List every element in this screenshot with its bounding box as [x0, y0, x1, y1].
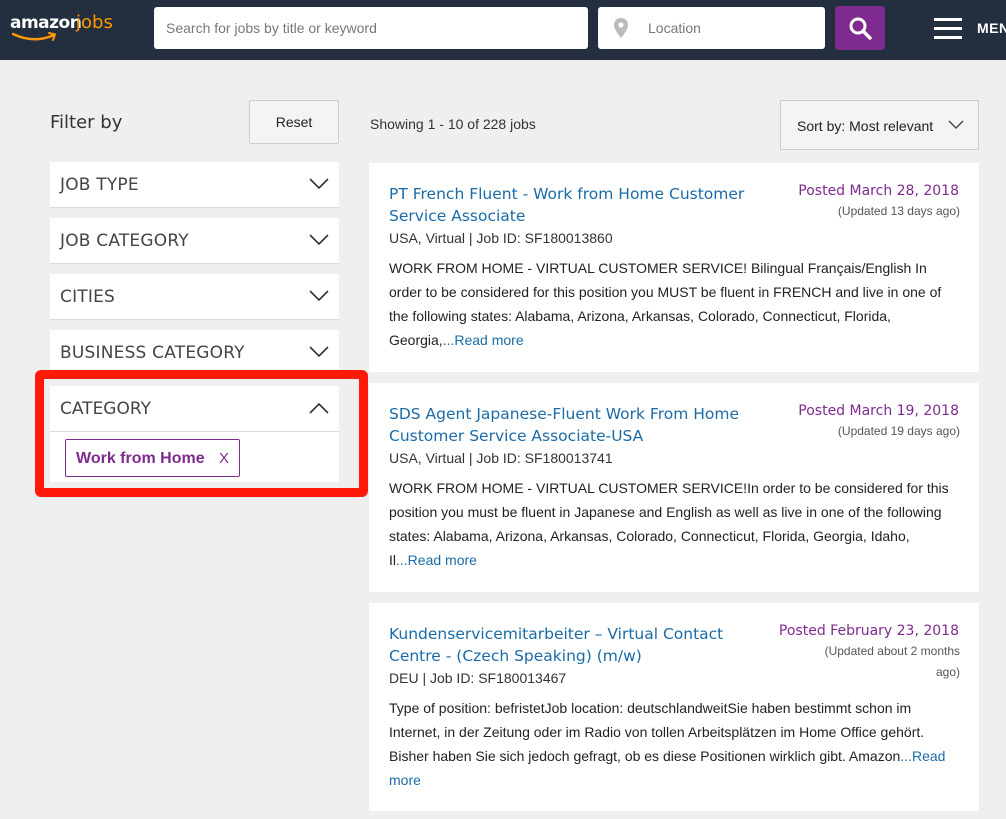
filter-job-category[interactable]: JOB CATEGORY: [50, 218, 339, 264]
menu-label: MENU: [977, 20, 1006, 36]
menu-button[interactable]: MENU: [930, 14, 1006, 44]
logo-jobs-text: jobs: [76, 12, 113, 33]
filter-label: CITIES: [60, 287, 116, 307]
read-more-link[interactable]: ...Read more: [443, 332, 524, 348]
filter-label: CATEGORY: [60, 399, 151, 419]
selected-filter-tag[interactable]: Work from Home X: [65, 439, 240, 477]
filter-job-type[interactable]: JOB TYPE: [50, 162, 339, 208]
job-location-id: USA, Virtual | Job ID: SF180013741: [389, 450, 613, 466]
chevron-down-icon: [309, 290, 329, 302]
job-location-id: USA, Virtual | Job ID: SF180013860: [389, 230, 613, 246]
job-posted-date: Posted March 28, 2018: [798, 183, 959, 199]
job-description: WORK FROM HOME - VIRTUAL CUSTOMER SERVIC…: [389, 476, 959, 572]
top-header: amazon jobs Search for jobs by title or …: [0, 0, 1006, 60]
chevron-up-icon: [309, 402, 329, 414]
sort-label: Sort by: Most relevant: [797, 118, 934, 134]
hamburger-icon: [934, 18, 962, 39]
job-location-id: DEU | Job ID: SF180013467: [389, 670, 567, 686]
job-title-link[interactable]: PT French Fluent - Work from Home Custom…: [389, 183, 749, 227]
filter-label: JOB TYPE: [60, 175, 139, 195]
job-card: SDS Agent Japanese-Fluent Work From Home…: [369, 383, 979, 592]
filter-business-category[interactable]: BUSINESS CATEGORY: [50, 330, 339, 376]
job-description: WORK FROM HOME - VIRTUAL CUSTOMER SERVIC…: [389, 256, 959, 352]
chevron-down-icon: [309, 346, 329, 358]
search-placeholder: Search for jobs by title or keyword: [166, 20, 377, 36]
job-updated: (Updated 19 days ago): [837, 424, 960, 438]
filter-label: JOB CATEGORY: [60, 231, 189, 251]
sort-dropdown[interactable]: Sort by: Most relevant: [780, 100, 979, 150]
results-count: Showing 1 - 10 of 228 jobs: [370, 116, 536, 132]
chevron-down-icon: [309, 178, 329, 190]
location-pin-icon: [614, 18, 628, 38]
location-placeholder: Location: [648, 20, 701, 36]
filter-category: CATEGORY Work from Home X: [50, 386, 339, 482]
search-input[interactable]: Search for jobs by title or keyword: [154, 7, 588, 49]
job-card: PT French Fluent - Work from Home Custom…: [369, 163, 979, 372]
search-button[interactable]: [835, 6, 885, 50]
job-updated: (Updated about 2 months ago): [824, 644, 960, 679]
location-input[interactable]: Location: [598, 7, 825, 49]
category-header[interactable]: CATEGORY: [50, 386, 339, 432]
chevron-down-icon: [309, 234, 329, 246]
job-posted-date: Posted February 23, 2018: [778, 623, 959, 639]
job-title-link[interactable]: Kundenservicemitarbeiter – Virtual Conta…: [389, 623, 749, 667]
job-description: Type of position: befristetJob location:…: [389, 696, 959, 792]
job-posted-date: Posted March 19, 2018: [798, 403, 959, 419]
remove-tag-button[interactable]: X: [219, 450, 229, 467]
filter-by-title: Filter by: [50, 112, 123, 133]
reset-button[interactable]: Reset: [249, 100, 339, 144]
logo-amazon-text: amazon: [10, 13, 82, 33]
read-more-link[interactable]: ...Read more: [396, 552, 477, 568]
amazon-jobs-logo[interactable]: amazon jobs: [10, 12, 120, 42]
filter-label: BUSINESS CATEGORY: [60, 343, 245, 363]
job-title-link[interactable]: SDS Agent Japanese-Fluent Work From Home…: [389, 403, 749, 447]
filter-cities[interactable]: CITIES: [50, 274, 339, 320]
search-icon: [849, 17, 872, 40]
amazon-smile-icon: [12, 32, 57, 41]
chevron-down-icon: [948, 120, 964, 129]
description-text: Type of position: befristetJob location:…: [389, 700, 925, 764]
tag-label: Work from Home: [76, 450, 205, 467]
job-updated: (Updated 13 days ago): [837, 204, 960, 218]
job-card: Kundenservicemitarbeiter – Virtual Conta…: [369, 603, 979, 811]
